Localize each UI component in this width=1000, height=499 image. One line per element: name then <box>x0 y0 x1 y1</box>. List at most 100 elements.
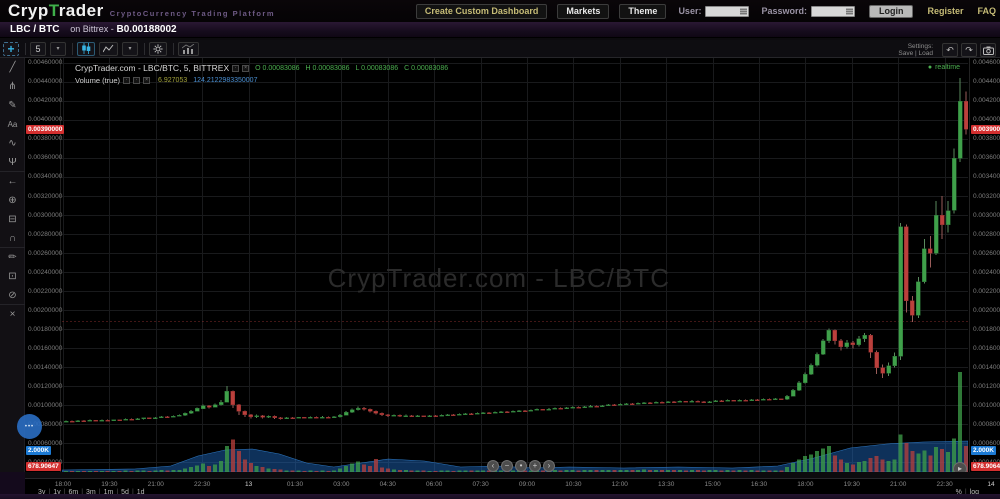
logo-text: Cryp <box>8 1 49 20</box>
measure-tool[interactable]: ⊟ <box>0 210 25 229</box>
loading-spinner: ••• <box>17 414 42 439</box>
brush-tool[interactable]: ✎ <box>0 96 25 115</box>
user-input[interactable] <box>705 6 749 17</box>
realtime-indicator: ●realtime <box>928 64 960 71</box>
time-tick-label: 22:30 <box>930 481 960 488</box>
draw-mode-tool[interactable]: ✏ <box>0 248 25 267</box>
undo-button[interactable]: ↶ <box>942 43 958 57</box>
interval-dropdown[interactable]: ▾ <box>50 42 66 56</box>
settings-save-load[interactable]: Settings:Save | Load <box>898 43 933 57</box>
price-tick-label: 0.00120000 <box>973 383 1000 390</box>
price-tick-label: 0.00140000 <box>973 364 1000 371</box>
undo-icon: ↶ <box>946 45 954 56</box>
line-style-button[interactable] <box>99 42 118 56</box>
price-tick-label: 0.00460000 <box>28 59 62 66</box>
volume-settings-icon[interactable]: · <box>123 77 130 84</box>
camera-icon <box>983 46 994 55</box>
price-axis-right[interactable]: 0.004600000.004400000.004200000.00400000… <box>969 58 1000 472</box>
tab-price: 0.00188002 <box>124 24 177 35</box>
forecast-tool[interactable]: Ψ <box>0 153 25 172</box>
candlestick-style-button[interactable] <box>77 42 95 56</box>
time-tick-label: 10:30 <box>558 481 588 488</box>
style-dropdown[interactable]: ▾ <box>122 42 138 56</box>
time-tick-label: 16:30 <box>744 481 774 488</box>
legend-close-icon[interactable]: × <box>242 65 249 72</box>
indicators-button[interactable] <box>178 42 199 56</box>
time-tick-label: 14 <box>976 481 1000 488</box>
price-tick-label: 0.00200000 <box>28 307 62 314</box>
faq-link[interactable]: FAQ <box>977 6 996 16</box>
line-chart-icon <box>103 44 114 53</box>
legend-title: CrypTrader.com - LBC/BTC, 5, BITTREX <box>75 63 229 73</box>
volume-close-icon[interactable]: × <box>143 77 150 84</box>
price-tick-label: 0.00420000 <box>28 97 62 104</box>
price-tick-label: 0.00300000 <box>28 212 62 219</box>
text-tool[interactable]: Aa <box>0 115 25 134</box>
price-tick-label: 0.00420000 <box>973 97 1000 104</box>
markets-button[interactable]: Markets <box>557 4 609 19</box>
logo-accent-icon: T <box>49 1 59 20</box>
lock-all-tool[interactable]: ⊡ <box>0 267 25 286</box>
pan-left-button[interactable]: ‹ <box>487 460 499 472</box>
price-tick-label: 0.00320000 <box>28 193 62 200</box>
trend-line-tool[interactable]: ╱ <box>0 58 25 77</box>
app-tagline: CryptoCurrency Trading Platform <box>110 9 275 18</box>
time-tick-label: 22:30 <box>187 481 217 488</box>
magnet-tool[interactable]: ∩ <box>0 229 25 248</box>
zoom-tool[interactable]: ⊕ <box>0 191 25 210</box>
price-tick-label: 0.00140000 <box>28 364 62 371</box>
chart-settings-button[interactable] <box>149 42 167 56</box>
volume-hide-icon[interactable]: · <box>133 77 140 84</box>
volume-grid-badge: 2.000K <box>26 446 51 455</box>
price-tick-label: 0.00240000 <box>28 269 62 276</box>
remove-all-tool[interactable]: × <box>0 305 25 324</box>
tab-exchange: on Bittrex - <box>70 24 114 34</box>
input-grid-icon <box>846 8 853 15</box>
tab-lbc-btc[interactable]: LBC / BTC on Bittrex - B0.00188002 <box>10 24 177 35</box>
password-label: Password: <box>761 6 807 16</box>
arrow-marker-tool[interactable]: ← <box>0 172 25 191</box>
time-tick-label: 04:30 <box>373 481 403 488</box>
password-input[interactable] <box>811 6 855 17</box>
realtime-dot-icon: ● <box>928 64 932 71</box>
chart-canvas[interactable]: 0.00460000 0.00440000 0.00420000 0.00400000… <box>25 58 1000 472</box>
hide-all-tool[interactable]: ⊘ <box>0 286 25 305</box>
price-tick-label: 0.00440000 <box>973 78 1000 85</box>
user-label: User: <box>678 6 701 16</box>
time-tick-label: 21:00 <box>883 481 913 488</box>
reset-view-button[interactable]: • <box>515 460 527 472</box>
gear-icon <box>153 44 163 54</box>
chart-nav-controls: ‹−•+› <box>487 460 557 472</box>
register-link[interactable]: Register <box>927 6 963 16</box>
volume-value: 6.927053 <box>158 77 187 84</box>
price-tick-label: 0.00180000 <box>28 326 62 333</box>
pattern-tool[interactable]: ∿ <box>0 134 25 153</box>
chart-watermark: CrypTrader.com - LBC/BTC <box>328 263 670 294</box>
time-axis[interactable]: 18:0019:3021:0022:301301:3003:0004:3006:… <box>0 478 1000 488</box>
goto-realtime-button[interactable]: ▸ <box>953 462 967 472</box>
snapshot-button[interactable] <box>980 43 996 57</box>
chevron-down-icon: ▾ <box>56 45 59 52</box>
app-logo[interactable]: CrypTrader <box>8 1 104 21</box>
price-tick-label: 0.00220000 <box>28 288 62 295</box>
last-price-badge: 0.00390000 <box>971 125 1000 134</box>
price-tick-label: 0.00380000 <box>28 135 62 142</box>
crosshair-button[interactable]: + <box>3 42 19 56</box>
price-axis-left[interactable]: 0.004600000.004400000.004200000.00400000… <box>25 58 61 472</box>
redo-button[interactable]: ↷ <box>961 43 977 57</box>
time-tick-label: 18:00 <box>790 481 820 488</box>
theme-button[interactable]: Theme <box>619 4 666 19</box>
login-button[interactable]: Login <box>869 5 914 18</box>
drawing-tools-sidebar: ╱⋔✎Aa∿Ψ←⊕⊟∩✏⊡⊘× <box>0 58 25 472</box>
zoom-out-button[interactable]: − <box>501 460 513 472</box>
interval-button[interactable]: 5 <box>30 42 46 56</box>
create-dashboard-button[interactable]: Create Custom Dashboard <box>416 4 548 19</box>
price-tick-label: 0.00300000 <box>973 212 1000 219</box>
time-tick-label: 01:30 <box>280 481 310 488</box>
volume-legend-label: Volume (true) <box>75 76 120 85</box>
legend-settings-icon[interactable]: · <box>232 65 239 72</box>
pitchfork-tool[interactable]: ⋔ <box>0 77 25 96</box>
price-tick-label: 0.00400000 <box>973 116 1000 123</box>
zoom-in-button[interactable]: + <box>529 460 541 472</box>
pan-right-button[interactable]: › <box>543 460 555 472</box>
